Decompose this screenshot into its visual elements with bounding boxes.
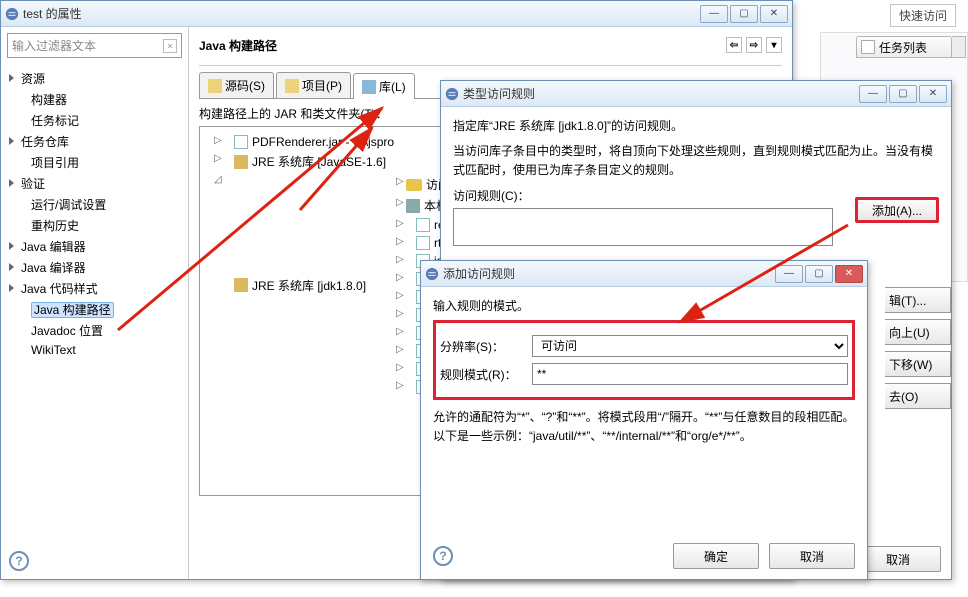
tree-javacodestyle[interactable]: Java 代码样式 <box>7 278 188 299</box>
rules-titlebar: 类型访问规则 — ▢ ✕ <box>441 81 951 107</box>
filter-placeholder: 输入过滤器文本 <box>12 37 96 54</box>
resolution-select[interactable]: 可访问 <box>532 335 848 357</box>
help-icon[interactable]: ? <box>433 546 453 566</box>
task-list-icon <box>861 40 875 54</box>
task-list-tab[interactable]: 任务列表 <box>856 36 952 58</box>
eclipse-icon <box>425 267 439 281</box>
close-button[interactable]: ✕ <box>919 85 947 103</box>
eclipse-icon <box>445 87 459 101</box>
rules-desc2: 当访问库子条目中的类型时，将自顶向下处理这些规则，直到规则模式匹配为止。当没有模… <box>453 142 939 180</box>
hint2: 以下是一些示例：“java/util/**”、“**/internal/**”和… <box>433 427 855 446</box>
tree-validation[interactable]: 验证 <box>7 173 188 194</box>
clear-filter-icon[interactable]: × <box>163 39 177 53</box>
tree-refactor[interactable]: 重构历史 <box>7 215 188 236</box>
native-icon <box>406 199 420 213</box>
tree-resources[interactable]: 资源 <box>7 68 188 89</box>
tree-projectrefs[interactable]: 项目引用 <box>7 152 188 173</box>
tree-javacompiler[interactable]: Java 编译器 <box>7 257 188 278</box>
rules-desc1: 指定库“JRE 系统库 [jdk1.8.0]”的访问规则。 <box>453 117 939 136</box>
rules-title: 类型访问规则 <box>463 85 859 102</box>
library-icon <box>362 80 376 94</box>
add-header: 输入规则的模式。 <box>433 297 855 314</box>
task-list-label: 任务列表 <box>879 39 927 56</box>
tree-javaeditor[interactable]: Java 编辑器 <box>7 236 188 257</box>
rule-form-highlight: 分辨率(S)： 可访问 规则模式(R)： <box>433 320 855 400</box>
properties-title: test 的属性 <box>23 5 700 22</box>
pattern-input[interactable] <box>532 363 848 385</box>
tree-builders[interactable]: 构建器 <box>7 89 188 110</box>
tree-javadocloc[interactable]: Javadoc 位置 <box>7 320 188 341</box>
up-button-partial[interactable]: 向上(U) <box>885 319 951 345</box>
category-tree[interactable]: 资源 构建器 任务标记 任务仓库 项目引用 验证 运行/调试设置 重构历史 Ja… <box>1 64 188 579</box>
minimize-button[interactable]: — <box>775 265 803 283</box>
jar-icon <box>416 236 430 250</box>
edit-button-partial[interactable]: 辑(T)... <box>885 287 951 313</box>
task-list-overflow[interactable] <box>952 36 966 58</box>
properties-titlebar: test 的属性 — ▢ ✕ <box>1 1 792 27</box>
minimize-button[interactable]: — <box>700 5 728 23</box>
tree-rundebug[interactable]: 运行/调试设置 <box>7 194 188 215</box>
down-button-partial[interactable]: 下移(W) <box>885 351 951 377</box>
tree-javabuildpath[interactable]: Java 构建路径 <box>7 299 188 320</box>
pattern-label: 规则模式(R)： <box>440 366 526 383</box>
folder-icon <box>285 79 299 93</box>
add-rule-window: 添加访问规则 — ▢ ✕ 输入规则的模式。 分辨率(S)： 可访问 规则模式(R… <box>420 260 868 580</box>
tree-taskrepo[interactable]: 任务仓库 <box>7 131 188 152</box>
quick-access[interactable]: 快速访问 <box>890 4 956 27</box>
cancel-button[interactable]: 取消 <box>769 543 855 569</box>
maximize-button[interactable]: ▢ <box>805 265 833 283</box>
ok-button[interactable]: 确定 <box>673 543 759 569</box>
hint1: 允许的通配符为“*”、“?”和“**”。将模式段用“/”隔开。“**”与任意数目… <box>433 408 855 427</box>
library-icon <box>234 155 248 169</box>
key-icon <box>406 179 422 191</box>
maximize-button[interactable]: ▢ <box>889 85 917 103</box>
back-icon[interactable]: ⇦ <box>726 37 742 53</box>
eclipse-icon <box>5 7 19 21</box>
help-icon[interactable]: ? <box>9 551 29 571</box>
library-icon <box>234 278 248 292</box>
rules-listbox[interactable] <box>453 208 833 246</box>
remove-button-partial[interactable]: 去(O) <box>885 383 951 409</box>
tab-libraries[interactable]: 库(L) <box>353 73 415 99</box>
menu-icon[interactable]: ▾ <box>766 37 782 53</box>
add-title: 添加访问规则 <box>443 265 775 282</box>
forward-icon[interactable]: ⇨ <box>746 37 762 53</box>
maximize-button[interactable]: ▢ <box>730 5 758 23</box>
filter-input[interactable]: 输入过滤器文本 × <box>7 33 182 58</box>
add-titlebar: 添加访问规则 — ▢ ✕ <box>421 261 867 287</box>
folder-icon <box>208 79 222 93</box>
close-button[interactable]: ✕ <box>760 5 788 23</box>
add-rule-button[interactable]: 添加(A)... <box>855 197 939 223</box>
tree-tasktags[interactable]: 任务标记 <box>7 110 188 131</box>
tab-source[interactable]: 源码(S) <box>199 72 274 98</box>
resolution-label: 分辨率(S)： <box>440 338 526 355</box>
tree-wikitext[interactable]: WikiText <box>7 341 188 359</box>
minimize-button[interactable]: — <box>859 85 887 103</box>
page-header: Java 构建路径 <box>199 39 277 53</box>
tab-projects[interactable]: 项目(P) <box>276 72 351 98</box>
close-button[interactable]: ✕ <box>835 265 863 283</box>
jar-icon <box>234 135 248 149</box>
jar-icon <box>416 218 430 232</box>
